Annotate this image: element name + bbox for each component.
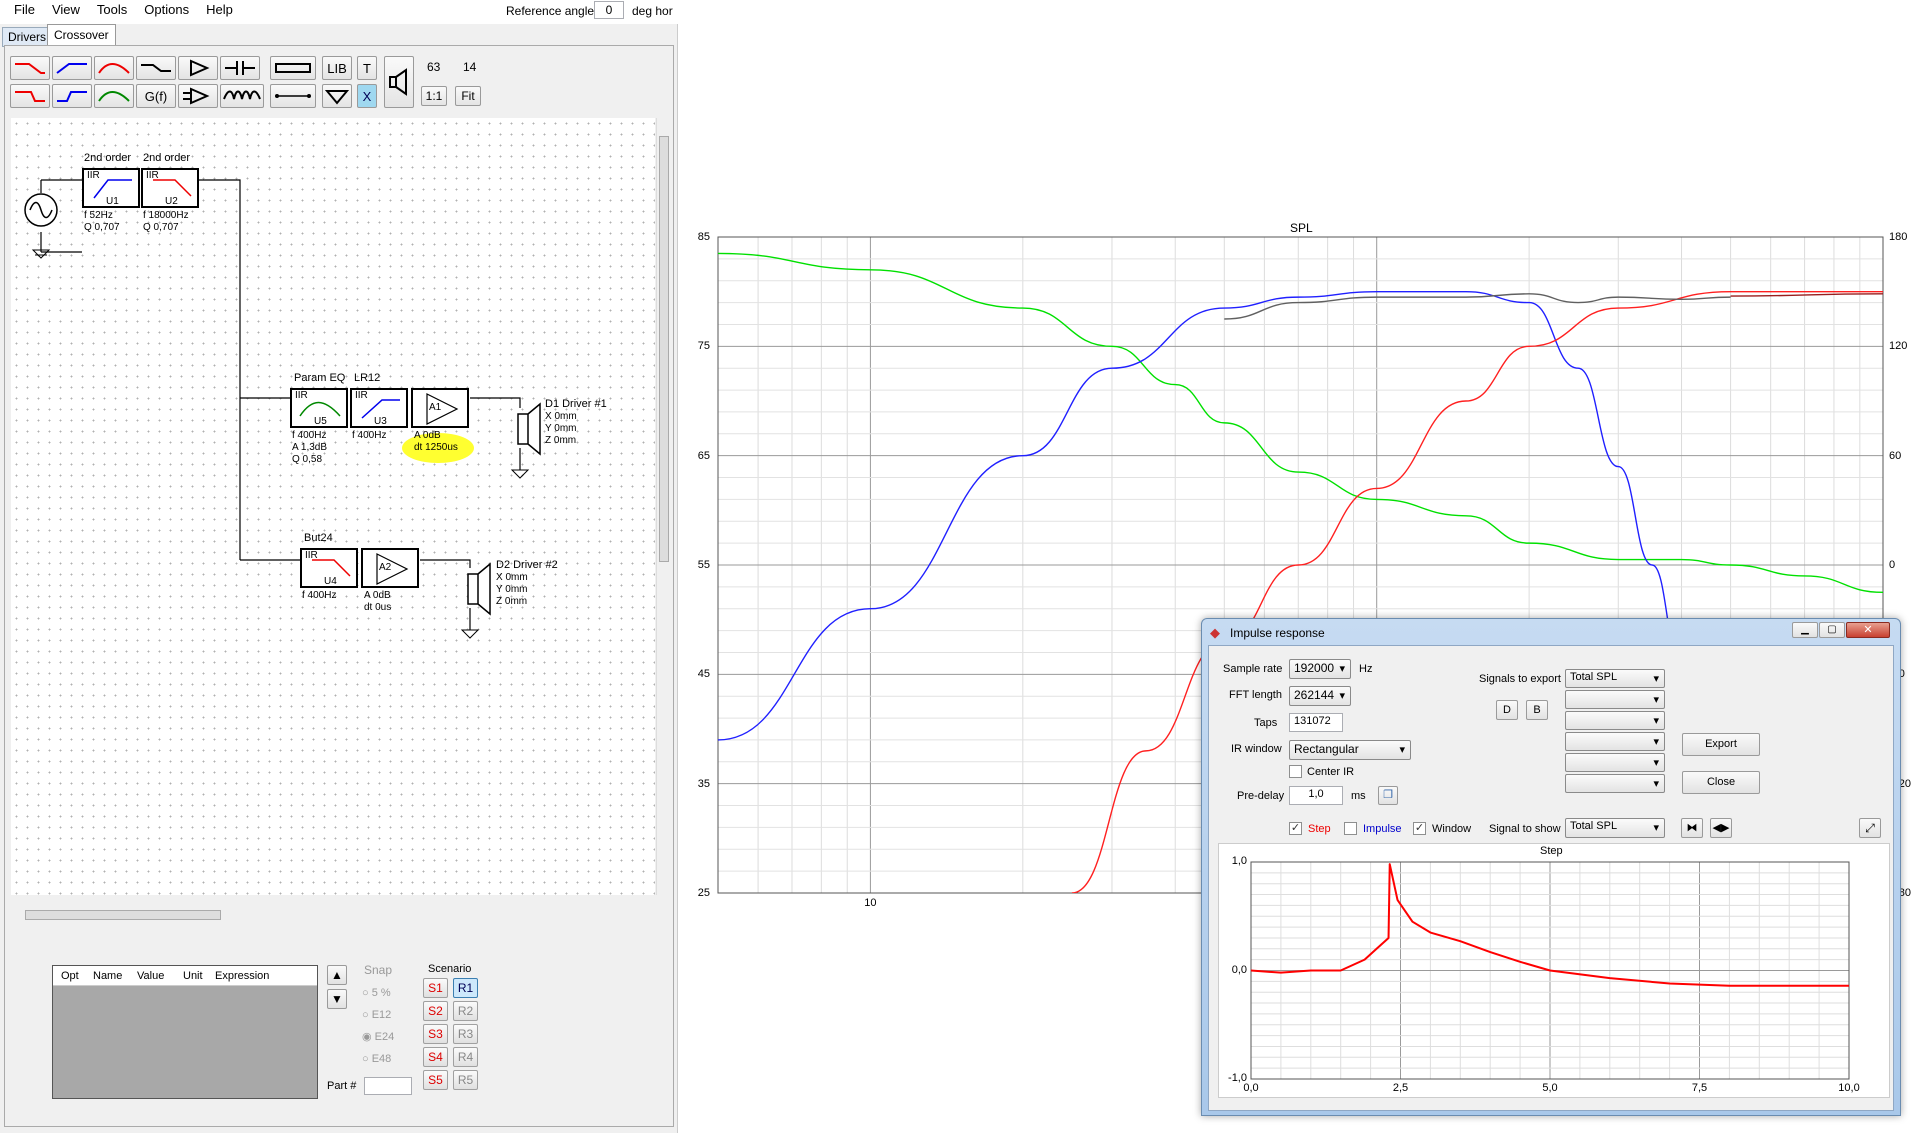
step-x-tick-label: 10,0	[1838, 1082, 1860, 1094]
step-x-tick-label: 2,5	[1392, 1082, 1409, 1094]
step-chart	[1250, 861, 1850, 1080]
step-x-tick-label: 7,5	[1691, 1082, 1708, 1094]
step-y-tick-label: 0,0	[1231, 963, 1247, 976]
app-window: File View Tools Options Help Reference angle…	[0, 0, 1919, 1133]
step-x-tick-label: 5,0	[1542, 1082, 1558, 1094]
step-x-tick-label: 0,0	[1243, 1082, 1259, 1094]
step-y-tick-label: 1,0	[1231, 855, 1247, 867]
